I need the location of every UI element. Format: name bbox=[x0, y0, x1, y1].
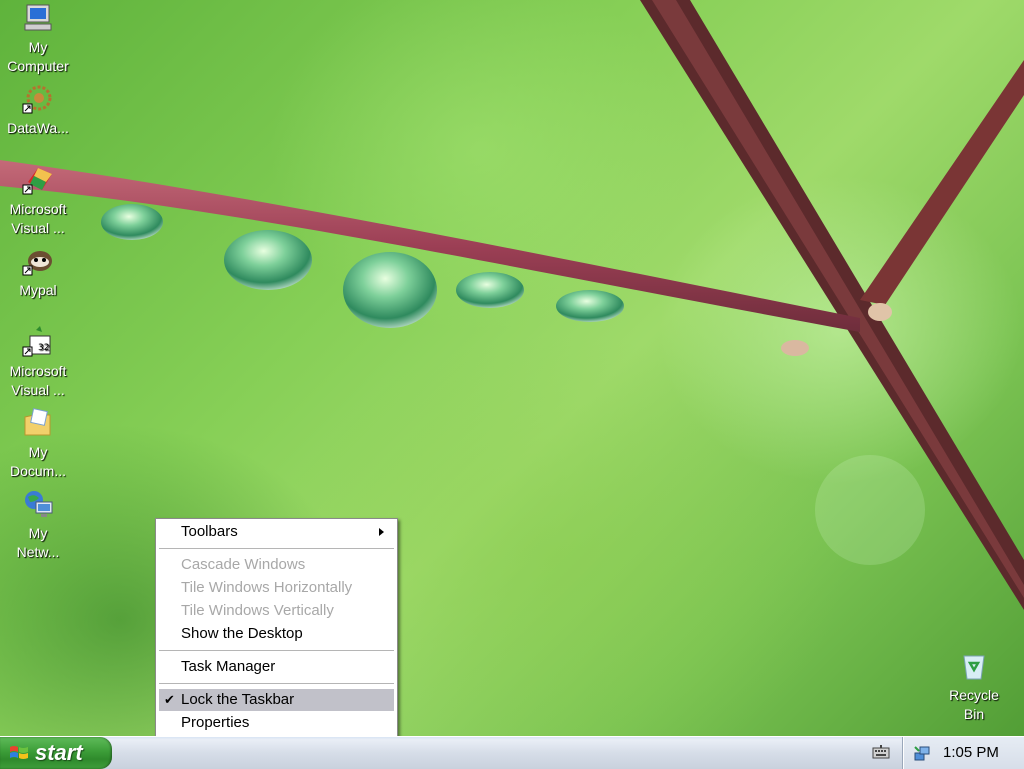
desktop-icon-mypal[interactable]: Mypal bbox=[0, 245, 76, 300]
mypal-raccoon-icon bbox=[22, 245, 54, 277]
desktop-icon-recycle-bin[interactable]: Recycle Bin bbox=[936, 650, 1012, 724]
wallpaper-branch-art bbox=[0, 0, 1024, 610]
menu-separator bbox=[159, 548, 394, 549]
my-documents-folder-icon bbox=[22, 407, 54, 439]
system-tray: 1:05 PM bbox=[902, 737, 1024, 769]
taskbar-context-menu: Toolbars Cascade Windows Tile Windows Ho… bbox=[155, 518, 398, 738]
network-icon[interactable] bbox=[913, 744, 931, 762]
taskbar[interactable]: start 1:05 PM bbox=[0, 736, 1024, 769]
keyboard-icon[interactable] bbox=[872, 744, 890, 760]
visual-cpp-shortcut-icon: 32 bbox=[22, 326, 54, 358]
menu-item-task-manager[interactable]: Task Manager bbox=[159, 656, 394, 678]
clock[interactable]: 1:05 PM bbox=[943, 744, 999, 761]
menu-separator bbox=[159, 683, 394, 684]
desktop-icon-my-network[interactable]: My Netw... bbox=[0, 488, 76, 562]
windows-logo-icon bbox=[10, 746, 28, 759]
menu-item-tile-horizontally[interactable]: Tile Windows Horizontally bbox=[159, 577, 394, 599]
desktop-icon-my-computer[interactable]: My Computer bbox=[0, 2, 76, 76]
menu-item-cascade-windows[interactable]: Cascade Windows bbox=[159, 554, 394, 576]
checkmark-icon: ✔ bbox=[164, 692, 175, 707]
recycle-bin-icon bbox=[958, 650, 990, 682]
submenu-arrow-icon bbox=[379, 528, 384, 536]
datawa-shortcut-icon bbox=[22, 83, 54, 115]
svg-text:32: 32 bbox=[38, 343, 49, 353]
menu-item-toolbars[interactable]: Toolbars bbox=[159, 521, 394, 543]
desktop-icon-microsoft-visual-1[interactable]: Microsoft Visual ... bbox=[0, 164, 76, 238]
menu-item-lock-taskbar[interactable]: ✔ Lock the Taskbar bbox=[159, 689, 394, 711]
menu-item-show-desktop[interactable]: Show the Desktop bbox=[159, 623, 394, 645]
menu-item-properties[interactable]: Properties bbox=[159, 712, 394, 734]
desktop-icon-datawa[interactable]: DataWa... bbox=[0, 83, 76, 138]
menu-item-tile-vertically[interactable]: Tile Windows Vertically bbox=[159, 600, 394, 622]
desktop-icon-microsoft-visual-2[interactable]: 32 Microsoft Visual ... bbox=[0, 326, 76, 400]
visual-studio-shortcut-icon bbox=[22, 164, 54, 196]
start-button[interactable]: start bbox=[0, 737, 112, 769]
my-network-places-icon bbox=[22, 488, 54, 520]
menu-separator bbox=[159, 650, 394, 651]
desktop-wallpaper[interactable] bbox=[0, 0, 1024, 768]
desktop-icon-my-documents[interactable]: My Docum... bbox=[0, 407, 76, 481]
my-computer-icon bbox=[22, 2, 54, 34]
